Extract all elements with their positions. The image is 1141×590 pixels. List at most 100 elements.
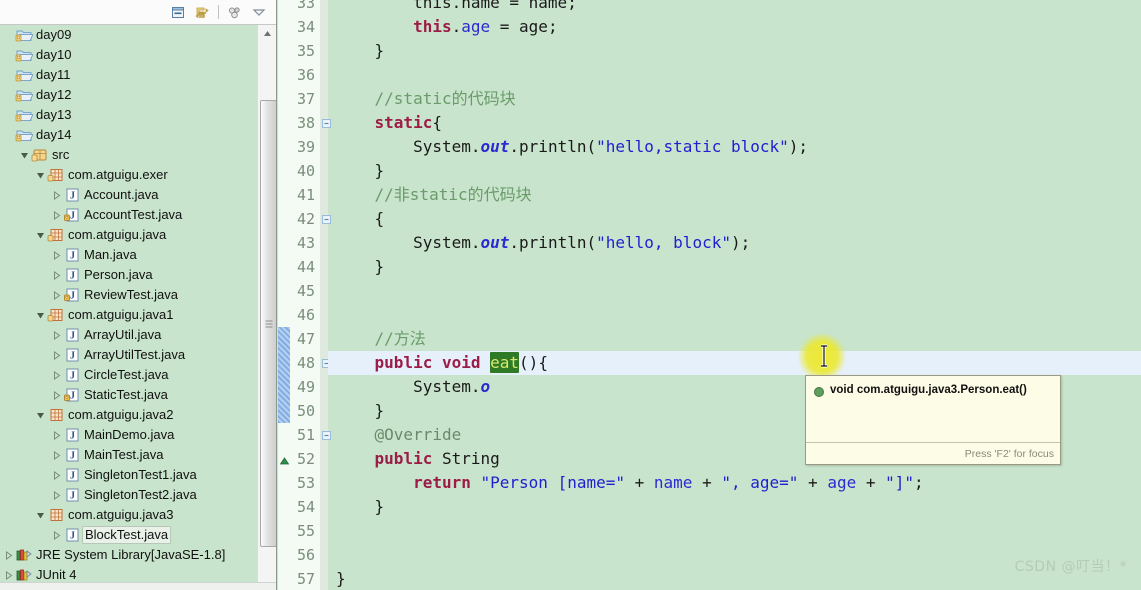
code-line-34[interactable]: this.age = age; [328, 15, 1141, 39]
tree-collapse-arrow-icon[interactable] [50, 265, 63, 285]
code-line-40[interactable]: } [328, 159, 1141, 183]
code-token: { [336, 209, 385, 228]
tree-item-blocktest-java[interactable]: J BlockTest.java [0, 525, 256, 545]
link-with-editor-icon[interactable] [190, 2, 214, 22]
tree-item-com-atguigu-java[interactable]: com.atguigu.java [0, 225, 256, 245]
tree-collapse-arrow-icon[interactable] [50, 525, 63, 545]
project-tree[interactable]: day09 day10 day11 day12 day13 day14 src com.atg… [0, 25, 256, 590]
code-line-55[interactable] [328, 519, 1141, 543]
code-line-35[interactable]: } [328, 39, 1141, 63]
tree-expand-arrow-icon[interactable] [34, 405, 47, 425]
collapse-all-icon[interactable] [166, 2, 190, 22]
code-line-47[interactable]: //方法 [328, 327, 1141, 351]
tree-collapse-arrow-icon[interactable] [50, 365, 63, 385]
line-number-57: 57 [296, 570, 315, 588]
code-line-44[interactable]: } [328, 255, 1141, 279]
toolbar-separator [218, 5, 219, 19]
tree-item-day09[interactable]: day09 [0, 25, 256, 45]
code-line-53[interactable]: return "Person [name=" + name + ", age="… [328, 471, 1141, 495]
code-token: ; [914, 473, 924, 492]
svg-text:J: J [70, 491, 75, 502]
tree-item-day11[interactable]: day11 [0, 65, 256, 85]
editor-gutter[interactable]: 33 34 35 36 37 38 39 40 41 42 43 44 45 46 47 48 49 50 51 52… [278, 0, 331, 590]
scrollbar-thumb[interactable] [260, 100, 276, 547]
tree-item-arrayutil-java[interactable]: J ArrayUtil.java [0, 325, 256, 345]
code-line-54[interactable]: } [328, 495, 1141, 519]
code-line-37[interactable]: //static的代码块 [328, 87, 1141, 111]
tree-item-man-java[interactable]: J Man.java [0, 245, 256, 265]
tree-item-com-atguigu-exer[interactable]: com.atguigu.exer [0, 165, 256, 185]
code-line-56[interactable] [328, 543, 1141, 567]
java-file-icon: J [63, 347, 81, 363]
tree-item-accounttest-java[interactable]: J AccountTest.java [0, 205, 256, 225]
java-file-icon: J [63, 487, 81, 503]
chevron-down-icon[interactable] [247, 2, 271, 22]
explorer-scrollbar[interactable] [257, 25, 276, 590]
project-folder-icon [15, 87, 34, 103]
tree-item-jre-system-library[interactable]: JRE System Library [JavaSE-1.8] [0, 545, 256, 565]
tree-item-account-java[interactable]: J Account.java [0, 185, 256, 205]
code-line-57[interactable]: } [328, 567, 1141, 590]
tree-item-com-atguigu-java3[interactable]: com.atguigu.java3 [0, 505, 256, 525]
code-token: //static的代码块 [336, 89, 516, 108]
tree-item-com-atguigu-java2[interactable]: com.atguigu.java2 [0, 405, 256, 425]
tree-collapse-arrow-icon[interactable] [2, 545, 15, 565]
code-line-46[interactable] [328, 303, 1141, 327]
tree-item-person-java[interactable]: J Person.java [0, 265, 256, 285]
tree-item-day10[interactable]: day10 [0, 45, 256, 65]
tree-collapse-arrow-icon[interactable] [50, 425, 63, 445]
tree-collapse-arrow-icon[interactable] [50, 185, 63, 205]
tree-item-arrayutiltest-java[interactable]: J ArrayUtilTest.java [0, 345, 256, 365]
tree-item-src[interactable]: src [0, 145, 256, 165]
tree-collapse-arrow-icon[interactable] [50, 205, 63, 225]
tree-expand-arrow-icon[interactable] [34, 305, 47, 325]
tree-item-reviewtest-java[interactable]: J ReviewTest.java [0, 285, 256, 305]
code-line-42[interactable]: { [328, 207, 1141, 231]
tree-expand-arrow-icon[interactable] [34, 505, 47, 525]
package-icon [47, 227, 65, 243]
java-code-editor[interactable]: 33 34 35 36 37 38 39 40 41 42 43 44 45 46 47 48 49 50 51 52… [278, 0, 1141, 590]
code-line-39[interactable]: System.out.println("hello,static block")… [328, 135, 1141, 159]
tree-collapse-arrow-icon[interactable] [50, 485, 63, 505]
tree-collapse-arrow-icon[interactable] [50, 465, 63, 485]
tree-item-maindemo-java[interactable]: J MainDemo.java [0, 425, 256, 445]
code-token: } [336, 401, 385, 420]
code-token: "hello, block" [596, 233, 731, 252]
tree-item-statictest-java[interactable]: J StaticTest.java [0, 385, 256, 405]
project-folder-icon [15, 27, 34, 43]
tree-item-label: ArrayUtil.java [84, 327, 162, 342]
tooltip-footer-hint: Press 'F2' for focus [964, 447, 1054, 460]
tree-collapse-arrow-icon[interactable] [50, 345, 63, 365]
tree-item-maintest-java[interactable]: J MainTest.java [0, 445, 256, 465]
view-menu-icon[interactable] [223, 2, 247, 22]
tree-expand-arrow-icon[interactable] [18, 145, 31, 165]
tree-item-day12[interactable]: day12 [0, 85, 256, 105]
tree-collapse-arrow-icon[interactable] [50, 325, 63, 345]
tree-expand-arrow-icon[interactable] [34, 165, 47, 185]
tree-collapse-arrow-icon[interactable] [50, 245, 63, 265]
tree-item-com-atguigu-java1[interactable]: com.atguigu.java1 [0, 305, 256, 325]
tree-collapse-arrow-icon[interactable] [50, 285, 63, 305]
code-line-36[interactable] [328, 63, 1141, 87]
code-text-area[interactable]: this.name = name; this.age = age; } //st… [328, 0, 1141, 588]
code-line-38[interactable]: static{ [328, 111, 1141, 135]
code-line-41[interactable]: //非static的代码块 [328, 183, 1141, 207]
code-line-43[interactable]: System.out.println("hello, block"); [328, 231, 1141, 255]
tree-collapse-arrow-icon[interactable] [50, 445, 63, 465]
tree-item-day14[interactable]: day14 [0, 125, 256, 145]
tree-item-singletontest2-java[interactable]: J SingletonTest2.java [0, 485, 256, 505]
code-line-45[interactable] [328, 279, 1141, 303]
tooltip-signature: void com.atguigu.java3.Person.eat() [830, 384, 1027, 396]
code-token: this [413, 17, 452, 36]
tree-item-circletest-java[interactable]: J CircleTest.java [0, 365, 256, 385]
code-token: + [625, 473, 654, 492]
scroll-up-arrow-icon[interactable] [258, 25, 276, 41]
line-number-43: 43 [296, 234, 315, 252]
code-token: ); [730, 233, 751, 252]
tree-item-day13[interactable]: day13 [0, 105, 256, 125]
tree-expand-arrow-icon[interactable] [34, 225, 47, 245]
tree-item-singletontest1-java[interactable]: J SingletonTest1.java [0, 465, 256, 485]
tree-collapse-arrow-icon[interactable] [50, 385, 63, 405]
public-method-icon [814, 387, 824, 397]
code-line-48[interactable]: public void eat(){ [328, 351, 1141, 375]
